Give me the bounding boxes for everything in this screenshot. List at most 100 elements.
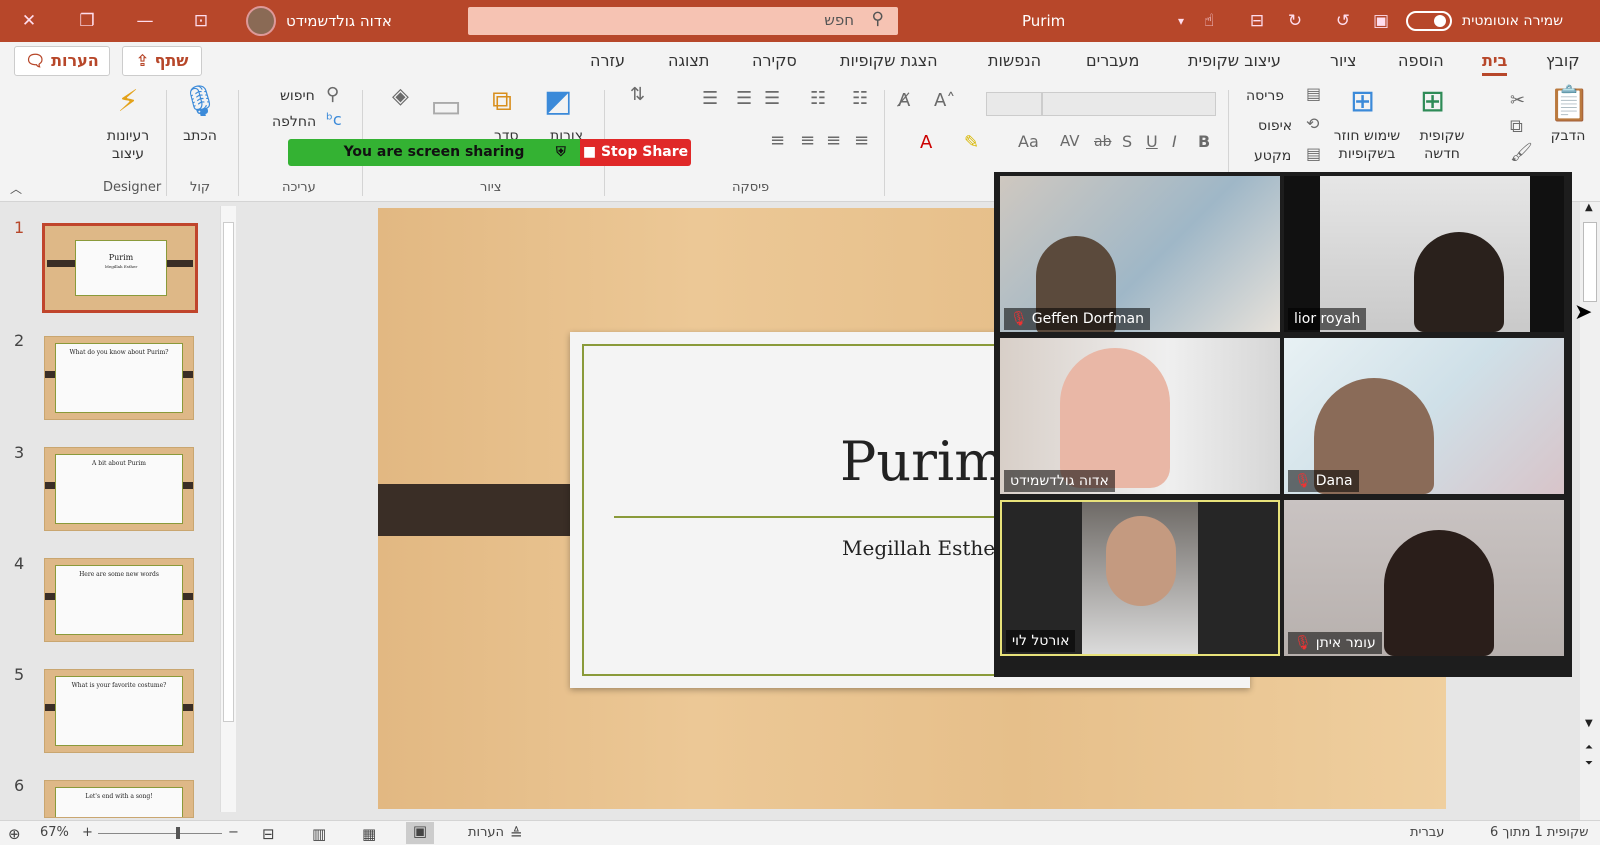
line-spacing-icon[interactable]: ☰ xyxy=(702,88,718,109)
new-slide-label-2[interactable]: חדשה xyxy=(1412,146,1472,162)
reuse-label-2[interactable]: בשקופיות xyxy=(1326,146,1408,162)
bold-icon[interactable]: B xyxy=(1198,132,1210,151)
designer-label-1[interactable]: רעיונות xyxy=(98,128,158,144)
layout-icon[interactable]: ▤ xyxy=(1306,84,1321,103)
clear-format-icon[interactable]: A̸ xyxy=(898,90,910,111)
minimize-icon[interactable]: — xyxy=(132,8,158,34)
tab-slideshow[interactable]: הצגת שקופיות xyxy=(840,51,938,70)
restore-icon[interactable]: ❐ xyxy=(74,8,100,34)
reuse-slides-icon[interactable]: ⊞ xyxy=(1350,84,1375,119)
align-justify-icon[interactable]: ≡ xyxy=(770,130,785,151)
section-icon[interactable]: ▤ xyxy=(1306,144,1321,163)
slide-thumbnail-1[interactable]: Purim Megillah Esther xyxy=(42,223,198,313)
comments-button[interactable]: 🗨 הערות xyxy=(14,46,110,76)
align-right-icon[interactable]: ≡ xyxy=(854,130,869,151)
reading-view-icon[interactable]: ▥ xyxy=(312,825,326,843)
numbering-icon[interactable]: ☷ xyxy=(810,88,826,109)
slide-sorter-icon[interactable]: ▦ xyxy=(362,825,376,843)
scroll-thumb[interactable] xyxy=(1583,222,1597,302)
font-name-select[interactable] xyxy=(1042,92,1216,116)
autosave-toggle[interactable] xyxy=(1406,11,1452,31)
qat-dropdown-icon[interactable]: ▾ xyxy=(1168,8,1194,34)
tab-home[interactable]: בית xyxy=(1482,51,1508,76)
participant-tile-active-speaker[interactable]: אורטל לוי xyxy=(1000,500,1280,656)
slide-title[interactable]: Purim xyxy=(840,430,1005,493)
screen-sharing-status[interactable]: You are screen sharing ⛨ xyxy=(288,139,580,166)
designer-label-2[interactable]: עיצוב xyxy=(98,146,158,162)
fit-slide-icon[interactable]: ⊕ xyxy=(8,825,21,843)
cut-icon[interactable]: ✂ xyxy=(1510,90,1525,111)
participant-tile[interactable]: 🎙 Dana xyxy=(1284,338,1564,494)
participant-tile[interactable]: 🎙 Geffen Dorfman xyxy=(1000,176,1280,332)
video-gallery[interactable]: 🎙 Geffen Dorfman lior royah אדוה גולדשמיד… xyxy=(994,172,1572,677)
font-size-select[interactable] xyxy=(986,92,1042,116)
tab-design[interactable]: עיצוב שקופית xyxy=(1188,51,1281,70)
save-icon[interactable]: ▣ xyxy=(1368,8,1394,34)
strikethrough-icon[interactable]: ab xyxy=(1094,134,1111,150)
next-slide-icon[interactable]: ⏷ xyxy=(1585,758,1593,769)
outdent-icon[interactable]: ☰ xyxy=(764,88,780,109)
share-button[interactable]: ⇪ שתף xyxy=(122,46,202,76)
redo-icon[interactable]: ↻ xyxy=(1282,8,1308,34)
replace-label[interactable]: החלפה xyxy=(272,114,316,130)
tab-animations[interactable]: הנפשות xyxy=(988,51,1041,70)
slide-thumbnail-5[interactable]: What is your favorite costume? xyxy=(44,669,194,753)
shapes-icon[interactable]: ◩ xyxy=(544,84,572,119)
paste-icon[interactable]: 📋 xyxy=(1548,84,1590,124)
text-direction-icon[interactable]: ⇅ xyxy=(630,84,645,105)
paste-label[interactable]: הדבק xyxy=(1544,128,1592,144)
designer-icon[interactable]: ⚡ xyxy=(104,84,152,119)
slideshow-view-icon[interactable]: ⊟ xyxy=(262,825,275,843)
avatar[interactable] xyxy=(246,6,276,36)
search-box[interactable]: חפש ⚲ xyxy=(468,7,898,35)
touch-mode-icon[interactable]: ☝ xyxy=(1196,8,1222,34)
change-case-icon[interactable]: Aa xyxy=(1018,132,1039,151)
scroll-down-icon[interactable]: ▼ xyxy=(1585,718,1593,729)
italic-icon[interactable]: I xyxy=(1172,132,1177,151)
font-color-icon[interactable]: A xyxy=(920,132,932,153)
align-left-icon[interactable]: ≡ xyxy=(800,130,815,151)
scroll-up-icon[interactable]: ▲ xyxy=(1585,202,1593,213)
tab-view[interactable]: תצוגה xyxy=(668,51,709,70)
tab-help[interactable]: עזרה xyxy=(590,51,625,70)
new-slide-icon[interactable]: ⊞ xyxy=(1420,84,1445,119)
participant-tile[interactable]: 🎙 עומר איתן xyxy=(1284,500,1564,656)
bullets-icon[interactable]: ☷ xyxy=(852,88,868,109)
language-label[interactable]: עברית xyxy=(1410,825,1444,840)
editor-scrollbar[interactable]: ▲ ▼ ⏶ ⏷ xyxy=(1580,202,1600,820)
ribbon-display-icon[interactable]: ⊡ xyxy=(188,8,214,34)
zoom-out-icon[interactable]: − xyxy=(228,825,239,840)
copy-icon[interactable]: ⧉ xyxy=(1510,116,1523,137)
quick-styles-icon[interactable]: ▭ xyxy=(430,86,462,126)
tab-file[interactable]: קובץ xyxy=(1546,51,1580,70)
present-icon[interactable]: ⊟ xyxy=(1244,8,1270,34)
layout-label[interactable]: פריסה xyxy=(1246,88,1284,104)
microphone-icon[interactable]: 🎙 xyxy=(180,84,220,119)
char-spacing-icon[interactable]: AV xyxy=(1060,132,1080,150)
arrange-icon[interactable]: ⧉ xyxy=(492,84,512,118)
participant-tile[interactable]: lior royah xyxy=(1284,176,1564,332)
slide-thumbnail-3[interactable]: A bit about Purim xyxy=(44,447,194,531)
zoom-slider-thumb[interactable] xyxy=(176,827,180,839)
slide-thumbnail-4[interactable]: Here are some new words xyxy=(44,558,194,642)
replace-icon[interactable]: ᵇc xyxy=(326,110,342,129)
tab-transitions[interactable]: מעברים xyxy=(1086,51,1139,70)
close-icon[interactable]: ✕ xyxy=(16,8,42,34)
notes-label[interactable]: הערות xyxy=(468,825,504,840)
new-slide-label-1[interactable]: שקופית xyxy=(1412,128,1472,144)
reset-label[interactable]: איפוס xyxy=(1258,118,1292,134)
zoom-level[interactable]: 67% xyxy=(40,825,69,840)
shape-fill-icon[interactable]: ◈ xyxy=(392,84,409,109)
section-label[interactable]: מקטע xyxy=(1254,148,1291,164)
tab-draw[interactable]: ציור xyxy=(1330,51,1356,70)
notes-icon[interactable]: ≜ xyxy=(510,825,523,843)
highlight-icon[interactable]: ✎ xyxy=(964,132,979,153)
tab-insert[interactable]: הוספה xyxy=(1398,51,1444,70)
slide-subtitle[interactable]: Megillah Esther xyxy=(842,536,1005,560)
thumbnail-scrollbar[interactable] xyxy=(220,206,236,812)
zoom-in-icon[interactable]: + xyxy=(82,825,93,840)
stop-share-button[interactable]: ■ Stop Share xyxy=(580,139,691,166)
find-label[interactable]: חיפוש xyxy=(280,88,315,104)
tab-review[interactable]: סקירה xyxy=(752,51,797,70)
format-painter-icon[interactable]: 🖌 xyxy=(1510,142,1533,163)
